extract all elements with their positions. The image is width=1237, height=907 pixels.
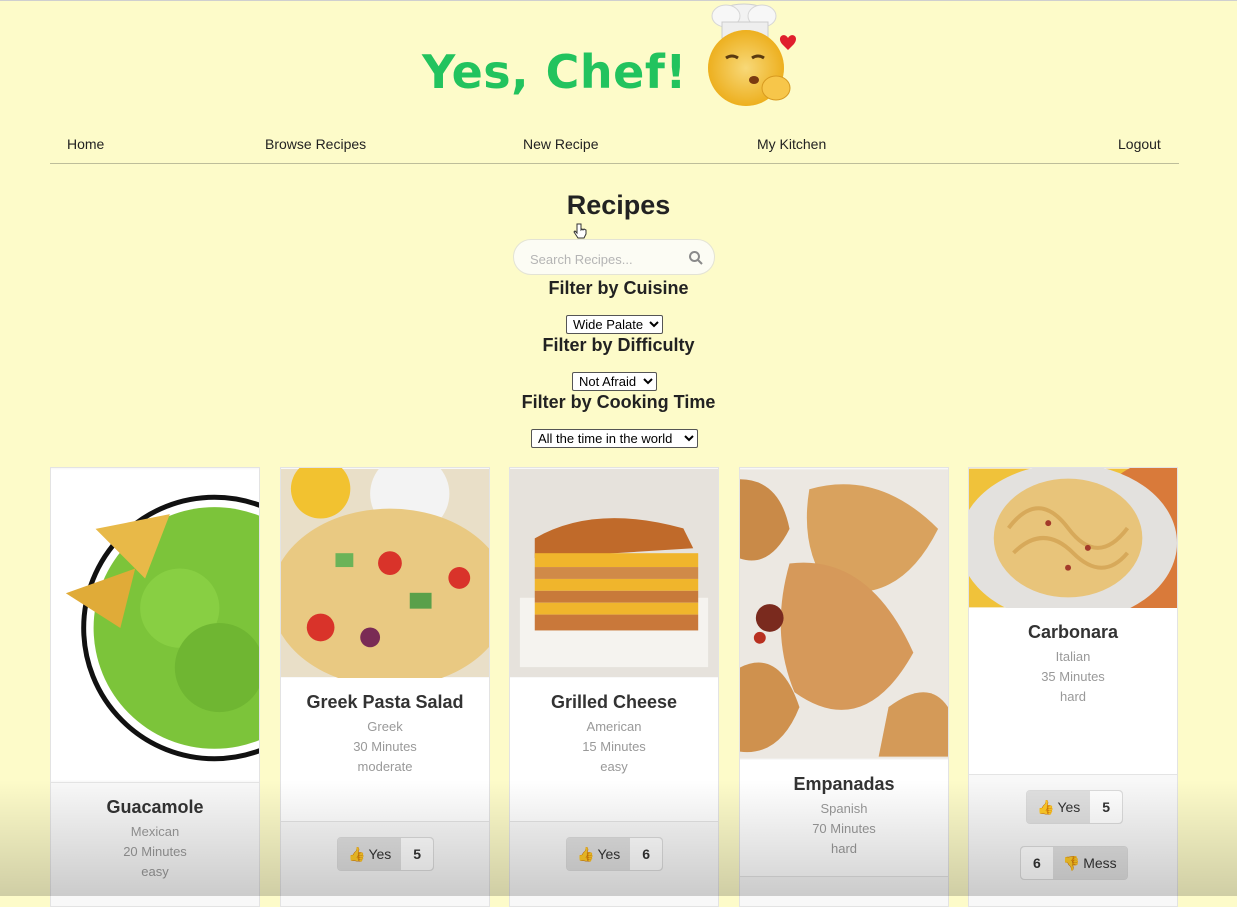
nav-home[interactable]: Home: [67, 136, 104, 152]
card-body: Carbonara Italian 35 Minutes hard: [969, 608, 1177, 774]
card-body: Empanadas Spanish 70 Minutes hard: [740, 760, 948, 876]
yes-vote-button[interactable]: 👍 Yes 5: [337, 837, 435, 871]
recipe-card-empanadas[interactable]: Empanadas Spanish 70 Minutes hard: [739, 467, 949, 907]
card-body: Greek Pasta Salad Greek 30 Minutes moder…: [281, 678, 489, 821]
nav-new-recipe[interactable]: New Recipe: [523, 136, 598, 152]
recipe-cuisine: Mexican: [130, 824, 180, 839]
nav-logout[interactable]: Logout: [1118, 136, 1161, 152]
greek-pasta-salad-image: [281, 468, 489, 678]
guacamole-image: [51, 469, 259, 781]
recipe-time: 30 Minutes: [353, 739, 417, 754]
recipe-difficulty: moderate: [357, 759, 413, 774]
yes-vote-button[interactable]: 👍 Yes 5: [1026, 790, 1124, 824]
page-title: Recipes: [566, 190, 671, 220]
card-footer: 👍 Yes 5 6 👎 Mess: [969, 774, 1177, 906]
app-logo-text[interactable]: Yes, Chef!: [422, 42, 687, 102]
difficulty-filter-label: Filter by Difficulty: [542, 335, 695, 355]
recipe-title: Guacamole: [106, 797, 204, 817]
recipe-difficulty: hard: [1059, 689, 1087, 704]
cuisine-select[interactable]: Wide Palate: [566, 315, 663, 334]
recipe-title: Greek Pasta Salad: [306, 692, 464, 712]
top-border: [0, 0, 1237, 1]
recipe-cuisine: Greek: [367, 719, 403, 734]
recipe-time: 70 Minutes: [812, 821, 876, 836]
nav-my-kitchen[interactable]: My Kitchen: [757, 136, 826, 152]
recipe-card-greek-pasta-salad[interactable]: Greek Pasta Salad Greek 30 Minutes moder…: [280, 467, 490, 907]
mess-count: 6: [1021, 847, 1053, 879]
recipe-card-grilled-cheese[interactable]: Grilled Cheese American 15 Minutes easy …: [509, 467, 719, 907]
card-footer: 👍 Yes 6: [510, 821, 718, 906]
recipe-difficulty: easy: [141, 864, 169, 879]
card-body: Guacamole Mexican 20 Minutes easy: [51, 782, 259, 879]
recipe-title: Empanadas: [793, 774, 895, 794]
thumbs-down-icon: 👎: [1062, 854, 1081, 871]
nav-browse-recipes[interactable]: Browse Recipes: [265, 136, 366, 152]
recipe-time: 20 Minutes: [123, 844, 187, 859]
recipe-cuisine: Italian: [1055, 649, 1091, 664]
mess-vote-button[interactable]: 6 👎 Mess: [1020, 846, 1128, 880]
yes-vote-button[interactable]: 👍 Yes 6: [566, 837, 664, 871]
nav-divider: [50, 163, 1179, 164]
chef-emoji-icon: [708, 3, 797, 106]
card-footer: 👍 Yes 5: [281, 821, 489, 906]
recipe-card-guacamole[interactable]: Guacamole Mexican 20 Minutes easy: [50, 467, 260, 907]
time-filter-label: Filter by Cooking Time: [521, 392, 716, 412]
carbonara-image: [969, 468, 1177, 608]
thumbs-up-icon: 👍: [348, 845, 366, 862]
card-footer: [740, 876, 948, 906]
recipe-title: Grilled Cheese: [550, 692, 678, 712]
card-body: Grilled Cheese American 15 Minutes easy: [510, 678, 718, 821]
recipe-card-carbonara[interactable]: Carbonara Italian 35 Minutes hard 👍 Yes 5…: [968, 467, 1178, 907]
recipe-cuisine: American: [586, 719, 642, 734]
grilled-cheese-image: [510, 469, 718, 677]
recipe-time: 15 Minutes: [582, 739, 646, 754]
cuisine-filter-label: Filter by Cuisine: [548, 278, 689, 298]
yes-count: 5: [1090, 791, 1123, 823]
recipe-time: 35 Minutes: [1041, 669, 1105, 684]
thumbs-up-icon: 👍: [1037, 798, 1055, 815]
recipe-cuisine: Spanish: [820, 801, 868, 816]
recipe-title: Carbonara: [1027, 622, 1119, 642]
recipe-difficulty: hard: [830, 841, 858, 856]
thumbs-up-icon: 👍: [577, 845, 595, 862]
yes-count: 5: [401, 838, 434, 870]
search-icon[interactable]: [688, 250, 704, 266]
search-bar: [513, 239, 715, 275]
recipe-difficulty: easy: [600, 759, 628, 774]
empanadas-image: [740, 469, 948, 759]
yes-count: 6: [630, 838, 663, 870]
difficulty-select[interactable]: Not Afraid: [572, 372, 657, 391]
time-select[interactable]: All the time in the world: [531, 429, 698, 448]
search-input[interactable]: [528, 248, 682, 270]
